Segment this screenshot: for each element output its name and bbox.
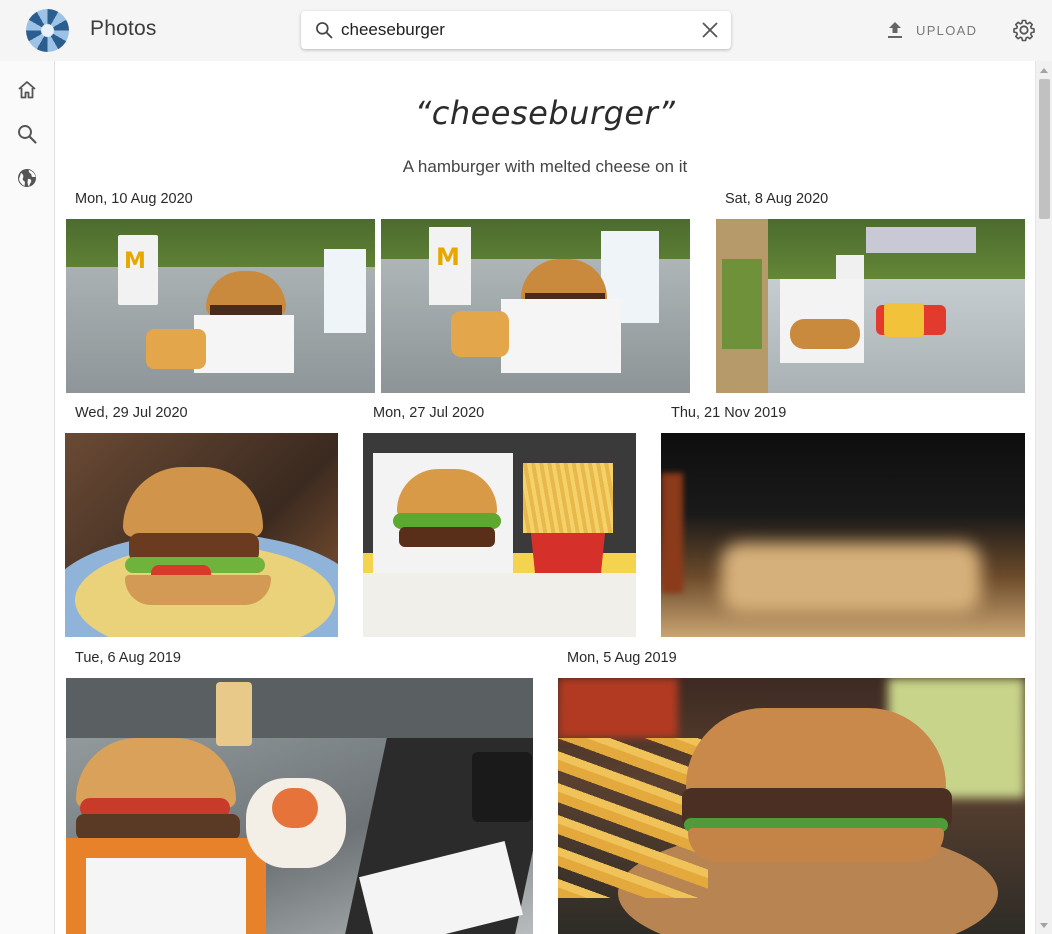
- scroll-down-arrow[interactable]: [1040, 923, 1048, 928]
- photo-thumbnail[interactable]: [363, 433, 636, 637]
- query-description: A hamburger with melted cheese on it: [402, 157, 688, 176]
- photo-thumbnail[interactable]: [558, 678, 1025, 934]
- query-title: “cheeseburger”: [414, 94, 676, 132]
- date-header: Sat, 8 Aug 2020: [725, 191, 829, 207]
- scroll-up-arrow[interactable]: [1040, 68, 1048, 73]
- globe-icon[interactable]: [15, 166, 39, 190]
- app-logo: [26, 9, 69, 52]
- photo-thumbnail[interactable]: [661, 433, 1025, 637]
- upload-button[interactable]: UPLOAD: [880, 14, 983, 46]
- date-header: Wed, 29 Jul 2020: [75, 405, 188, 421]
- top-app-bar: Photos UPLOAD: [0, 0, 1052, 61]
- search-input[interactable]: [341, 17, 681, 43]
- side-navigation: [0, 61, 55, 934]
- photo-thumbnail[interactable]: [716, 219, 1025, 393]
- vertical-scrollbar[interactable]: [1035, 61, 1052, 934]
- gear-icon[interactable]: [1012, 18, 1036, 42]
- search-box[interactable]: [301, 11, 731, 49]
- date-header: Tue, 6 Aug 2019: [75, 650, 181, 666]
- home-icon[interactable]: [15, 78, 39, 102]
- photo-thumbnail[interactable]: [66, 678, 533, 934]
- date-header: Mon, 5 Aug 2019: [567, 650, 677, 666]
- clear-search-icon[interactable]: [701, 21, 719, 39]
- app-title: Photos: [90, 17, 157, 40]
- search-results: “cheeseburger” A hamburger with melted c…: [55, 61, 1035, 934]
- photo-thumbnail[interactable]: M: [381, 219, 690, 393]
- search-icon: [316, 22, 333, 39]
- date-header: Mon, 27 Jul 2020: [373, 405, 485, 421]
- date-header: Mon, 10 Aug 2020: [75, 191, 193, 207]
- search-icon[interactable]: [15, 122, 39, 146]
- scroll-thumb[interactable]: [1039, 79, 1050, 219]
- date-header: Thu, 21 Nov 2019: [671, 405, 787, 421]
- upload-label: UPLOAD: [916, 22, 978, 38]
- photo-thumbnail[interactable]: [65, 433, 338, 637]
- upload-icon: [888, 22, 902, 38]
- photo-thumbnail[interactable]: M: [66, 219, 375, 393]
